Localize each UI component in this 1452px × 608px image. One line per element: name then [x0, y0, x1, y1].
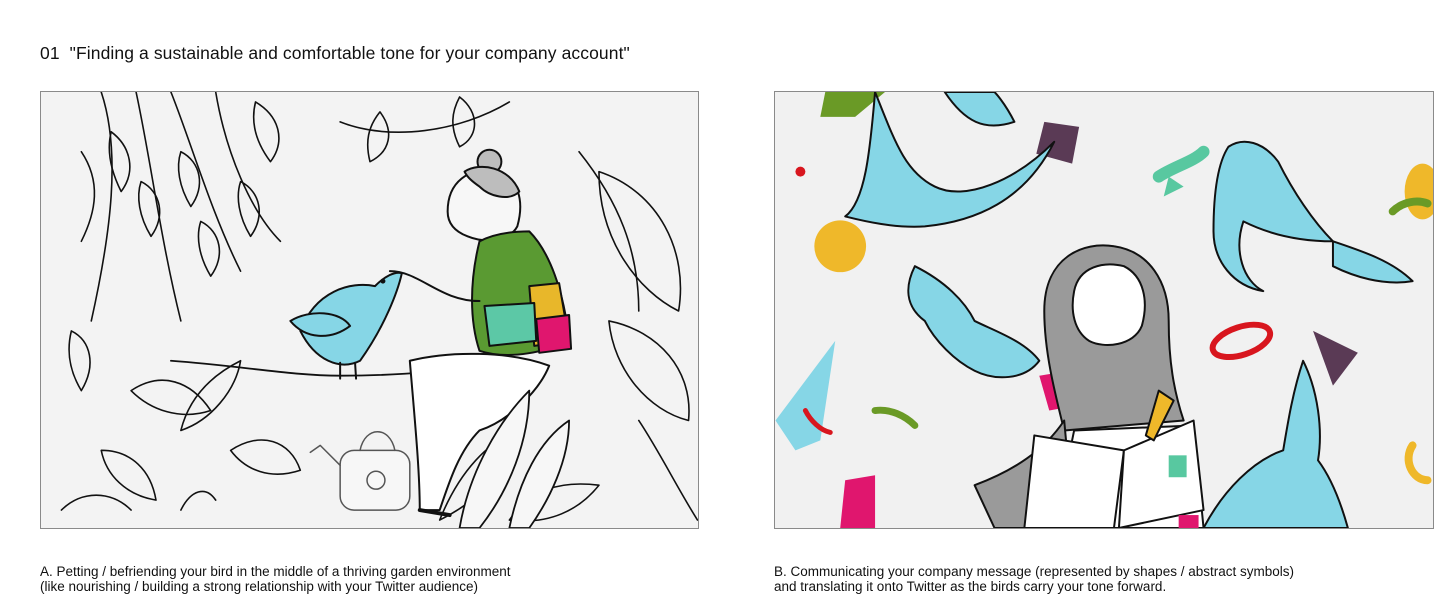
bird-figure	[289, 271, 403, 380]
bird-middle-left	[907, 265, 1041, 379]
bird-top-right	[1212, 140, 1414, 293]
caption-a-line1: A. Petting / befriending your bird in th…	[40, 564, 511, 579]
girl-figure	[973, 244, 1205, 528]
caption-a: A. Petting / befriending your bird in th…	[40, 564, 511, 594]
watering-can	[309, 431, 411, 511]
illustration-a-garden	[40, 91, 699, 529]
foliage-right	[578, 150, 698, 521]
bird-bottom-right	[1202, 359, 1349, 528]
red-ring	[1209, 321, 1274, 360]
section-number: 01	[40, 43, 60, 63]
caption-a-line2: (like nourishing / building a strong rel…	[40, 579, 478, 594]
foliage-left	[68, 92, 511, 392]
section-title: "Finding a sustainable and comfortable t…	[69, 43, 630, 63]
section-heading: 01 "Finding a sustainable and comfortable…	[40, 43, 630, 64]
caption-b-line2: and translating it onto Twitter as the b…	[774, 579, 1167, 594]
illustration-b-birds	[774, 91, 1434, 529]
caption-b: B. Communicating your company message (r…	[774, 564, 1294, 594]
caption-b-line1: B. Communicating your company message (r…	[774, 564, 1294, 579]
bird-top-left	[844, 92, 1056, 228]
